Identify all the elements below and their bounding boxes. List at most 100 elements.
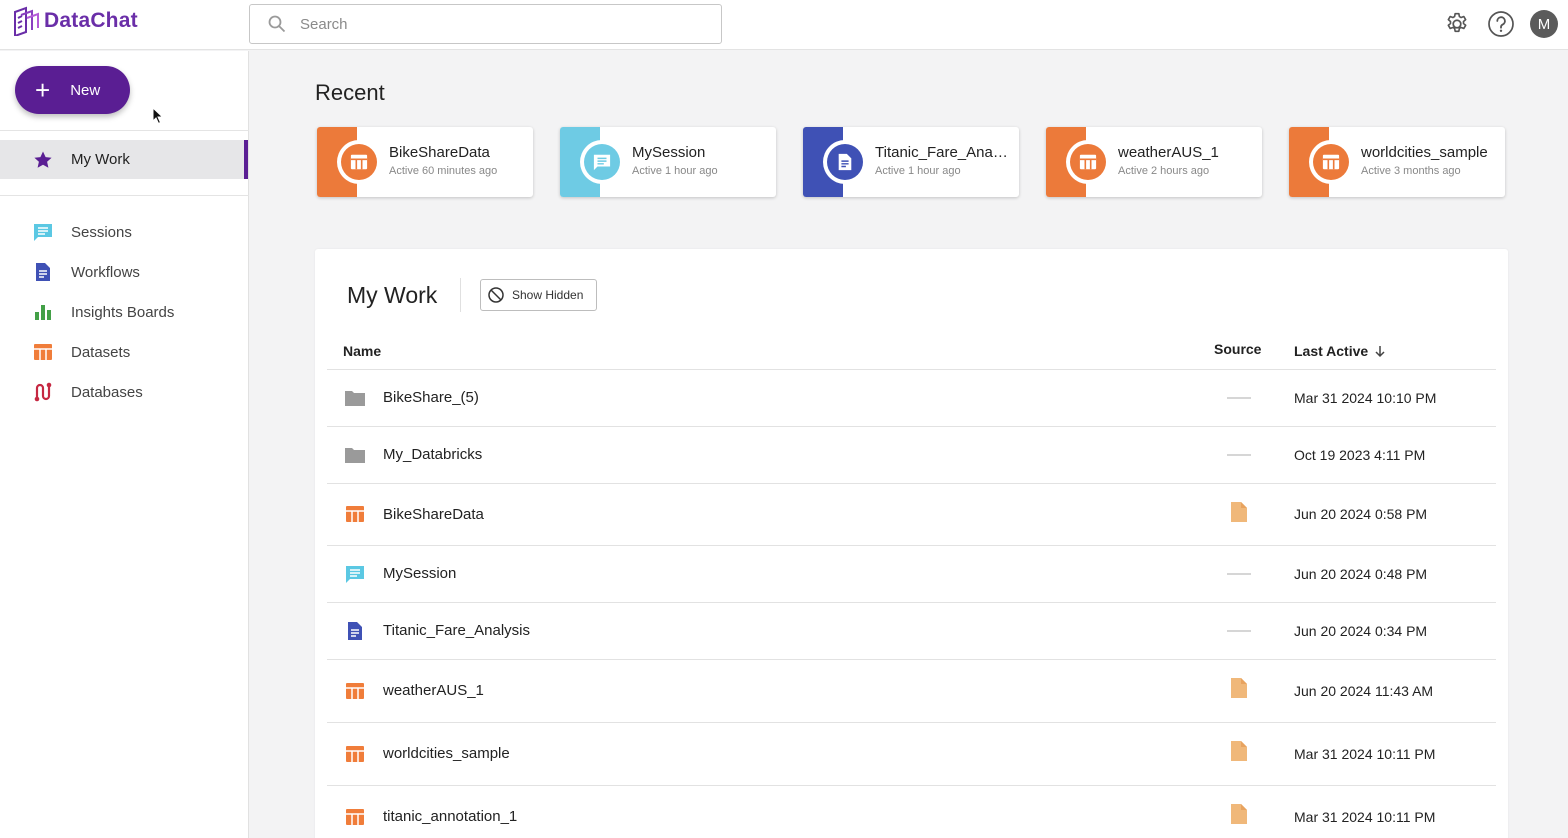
recent-card[interactable]: Titanic_Fare_Anal… Active 1 hour ago xyxy=(803,127,1019,197)
sidebar-item-datasets[interactable]: Datasets xyxy=(0,332,249,372)
row-date: Mar 31 2024 10:10 PM xyxy=(1294,390,1437,406)
dataset-icon xyxy=(33,342,53,362)
file-icon xyxy=(1227,739,1251,763)
file-icon xyxy=(1227,676,1251,700)
row-name: My_Databricks xyxy=(383,446,483,463)
row-name: BikeShare_(5) xyxy=(383,389,479,406)
dataset-icon xyxy=(1070,144,1106,180)
help-icon xyxy=(1488,11,1514,37)
recent-card-activity: Active 2 hours ago xyxy=(1118,165,1210,177)
help-button[interactable] xyxy=(1486,9,1516,39)
my-work-panel: My Work Show Hidden Name Source Last Act… xyxy=(315,249,1508,838)
row-date: Jun 20 2024 0:58 PM xyxy=(1294,506,1428,522)
recent-title: Recent xyxy=(315,80,385,105)
datachat-logo-icon xyxy=(14,6,39,36)
show-hidden-button[interactable]: Show Hidden xyxy=(480,279,597,311)
star-icon xyxy=(34,151,52,168)
workflow-icon xyxy=(33,262,53,282)
source-empty xyxy=(1227,443,1251,467)
dataset-icon xyxy=(344,806,366,828)
workflow-icon xyxy=(344,620,366,642)
column-header-name[interactable]: Name xyxy=(343,343,381,359)
row-date: Mar 31 2024 10:11 PM xyxy=(1294,746,1436,762)
row-date: Jun 20 2024 11:43 AM xyxy=(1294,683,1434,699)
row-date: Mar 31 2024 10:11 PM xyxy=(1294,809,1436,825)
source-empty xyxy=(1227,562,1251,586)
sidebar-item-label: Insights Boards xyxy=(71,303,175,321)
dataset-icon xyxy=(1313,144,1349,180)
table-row[interactable]: weatherAUS_1 Jun 20 2024 11:43 AM xyxy=(327,659,1496,722)
recent-card-name: MySession xyxy=(632,144,706,161)
table-row[interactable]: worldcities_sample Mar 31 2024 10:11 PM xyxy=(327,722,1496,785)
file-icon xyxy=(1227,802,1251,826)
plus-icon: + xyxy=(35,75,51,105)
card-color-strip xyxy=(1046,127,1110,197)
recent-card[interactable]: worldcities_sample Active 3 months ago xyxy=(1289,127,1505,197)
search-icon xyxy=(268,15,286,33)
recent-card-name: Titanic_Fare_Anal… xyxy=(875,144,1011,161)
sidebar-item-databases[interactable]: Databases xyxy=(0,372,249,412)
sidebar-item-label: Databases xyxy=(71,383,143,401)
table-row[interactable]: MySession Jun 20 2024 0:48 PM xyxy=(327,545,1496,602)
row-name: titanic_annotation_1 xyxy=(383,808,518,825)
recent-card-name: worldcities_sample xyxy=(1361,144,1488,161)
recent-card-activity: Active 1 hour ago xyxy=(875,165,961,177)
sidebar-item-label: My Work xyxy=(71,151,130,168)
column-header-source[interactable]: Source xyxy=(1214,341,1261,357)
column-header-last-active[interactable]: Last Active xyxy=(1294,343,1386,359)
recent-card-name: weatherAUS_1 xyxy=(1118,144,1219,161)
app-name: DataChat xyxy=(44,9,138,32)
sessions-icon xyxy=(33,222,53,242)
folder-icon xyxy=(344,444,366,466)
hidden-icon xyxy=(488,287,504,303)
card-color-strip xyxy=(317,127,381,197)
sessions-icon xyxy=(584,144,620,180)
sidebar-item-sessions[interactable]: Sessions xyxy=(0,212,249,252)
sessions-icon xyxy=(344,563,366,585)
user-avatar[interactable]: M xyxy=(1530,10,1558,38)
table-row[interactable]: BikeShare_(5) Mar 31 2024 10:10 PM xyxy=(327,369,1496,426)
search-input[interactable] xyxy=(300,15,700,33)
recent-card[interactable]: BikeShareData Active 60 minutes ago xyxy=(317,127,533,197)
settings-button[interactable] xyxy=(1442,9,1472,39)
table-row[interactable]: Titanic_Fare_Analysis Jun 20 2024 0:34 P… xyxy=(327,602,1496,659)
row-name: worldcities_sample xyxy=(383,745,510,762)
search-bar[interactable] xyxy=(249,4,722,44)
my-work-table: BikeShare_(5) Mar 31 2024 10:10 PM My_Da… xyxy=(327,369,1496,838)
row-name: MySession xyxy=(383,565,457,582)
sidebar-item-label: Workflows xyxy=(71,263,140,281)
gear-icon xyxy=(1447,12,1467,33)
table-row[interactable]: BikeShareData Jun 20 2024 0:58 PM xyxy=(327,483,1496,545)
recent-card-activity: Active 60 minutes ago xyxy=(389,165,498,177)
card-color-strip xyxy=(1289,127,1353,197)
recent-card[interactable]: MySession Active 1 hour ago xyxy=(560,127,776,197)
recent-card-activity: Active 1 hour ago xyxy=(632,165,718,177)
title-divider xyxy=(460,278,461,312)
row-date: Jun 20 2024 0:48 PM xyxy=(1294,566,1428,582)
sidebar-item-label: Sessions xyxy=(71,223,132,241)
source-empty xyxy=(1227,386,1251,410)
column-header-label: Last Active xyxy=(1294,343,1369,359)
new-button[interactable]: + New xyxy=(15,66,130,114)
sidebar-item-my-work[interactable]: My Work xyxy=(0,140,248,179)
row-date: Jun 20 2024 0:34 PM xyxy=(1294,623,1428,639)
sidebar-divider xyxy=(0,195,249,196)
sort-down-icon xyxy=(1375,345,1385,357)
recent-cards: BikeShareData Active 60 minutes ago MySe… xyxy=(317,127,1505,197)
dataset-icon xyxy=(341,144,377,180)
recent-card-activity: Active 3 months ago xyxy=(1361,165,1461,177)
dataset-icon xyxy=(344,503,366,525)
table-row[interactable]: titanic_annotation_1 Mar 31 2024 10:11 P… xyxy=(327,785,1496,838)
table-row[interactable]: My_Databricks Oct 19 2023 4:11 PM xyxy=(327,426,1496,483)
database-icon xyxy=(33,382,53,402)
bar-chart-icon xyxy=(33,302,53,322)
recent-card-name: BikeShareData xyxy=(389,144,490,161)
folder-icon xyxy=(344,387,366,409)
top-bar: DataChat M xyxy=(0,0,1568,50)
sidebar: + New My Work Sessions Workflows Insight… xyxy=(0,51,249,838)
row-name: BikeShareData xyxy=(383,506,484,523)
datachat-logo[interactable]: DataChat xyxy=(12,6,138,36)
sidebar-item-workflows[interactable]: Workflows xyxy=(0,252,249,292)
sidebar-item-insights-boards[interactable]: Insights Boards xyxy=(0,292,249,332)
recent-card[interactable]: weatherAUS_1 Active 2 hours ago xyxy=(1046,127,1262,197)
